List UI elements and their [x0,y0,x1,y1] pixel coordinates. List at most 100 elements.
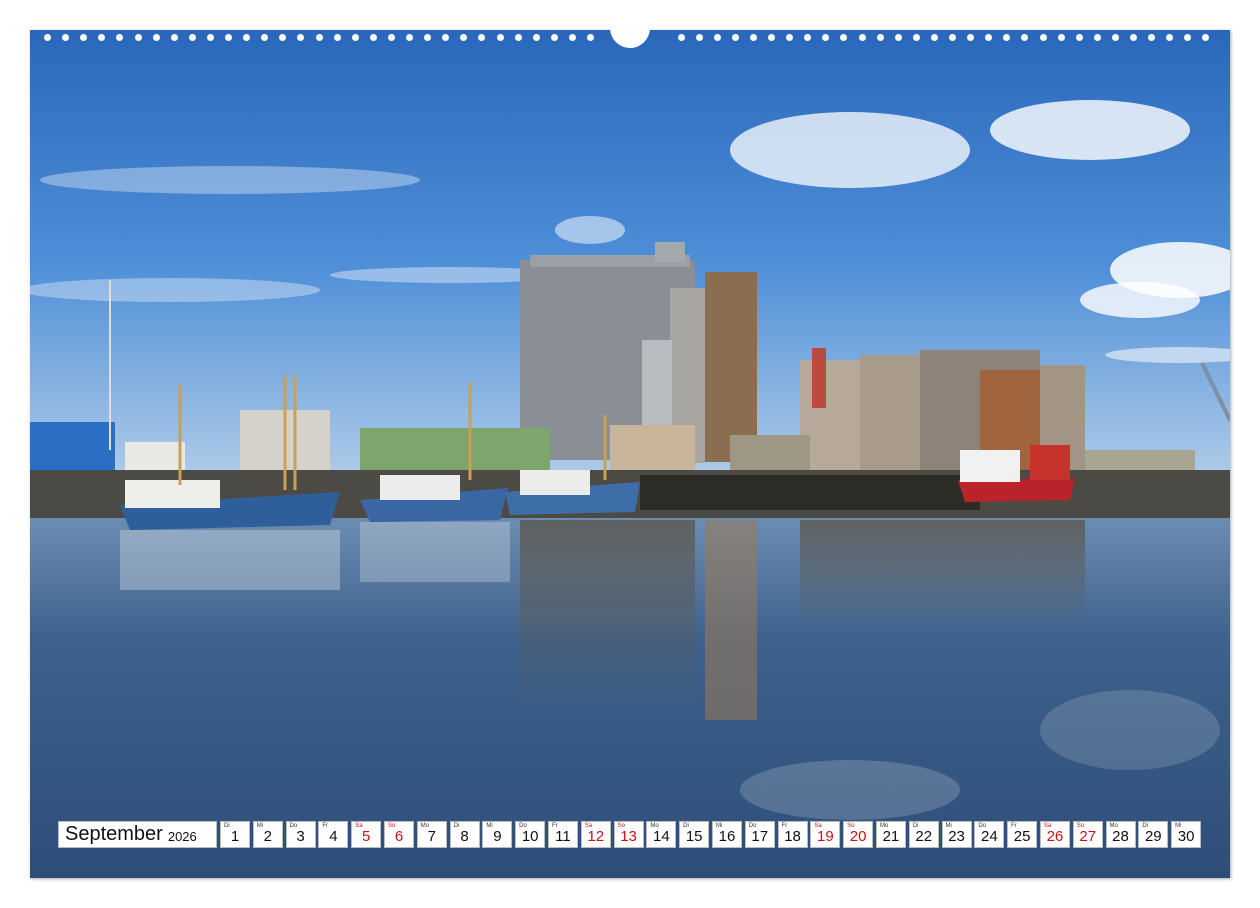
day-number: 7 [427,828,436,845]
binding-hole [315,34,323,41]
binding-hole [116,34,124,41]
day-cell: Di 8 [449,821,480,848]
month-label: September 2026 [58,821,217,848]
day-number: 25 [1013,828,1031,845]
day-number: 2 [263,828,272,845]
harbor-scene [30,30,1230,878]
calendar-strip: September 2026 Di 1 Mi 2 Do 3 Fr 4 Sa 5 So 6 Mo 7 Di 8 M… [58,821,1204,850]
binding-hole [1130,34,1137,41]
day-cell: Mo 28 [1105,821,1136,848]
binding-hole [188,34,196,41]
day-number: 26 [1046,828,1064,845]
day-number: 4 [329,828,338,845]
binding-hole [1057,34,1065,41]
binding-hole [840,34,848,41]
binding-hole [279,34,287,41]
binding-hole [1166,34,1174,41]
day-cell: Sa 19 [810,821,841,848]
binding-hole [387,34,395,41]
binding-hole [1148,34,1156,41]
binding-hole [442,34,450,41]
day-number: 1 [230,828,240,845]
day-number: 30 [1177,828,1195,845]
day-number: 6 [394,828,404,845]
day-cell: Do 17 [744,821,775,848]
day-number: 10 [521,828,539,845]
binding-hole [460,34,468,41]
binding-hole [1184,34,1192,41]
binding-hole [858,34,866,41]
day-number: 19 [817,828,834,845]
day-number: 28 [1112,828,1129,845]
year: 2026 [167,829,197,844]
binding-hole [424,34,432,41]
calendar-photo [30,30,1230,878]
binding-hole [1039,34,1047,41]
binding-hole [406,34,413,41]
month-name: September [65,823,163,845]
binding-hole [1111,34,1119,41]
binding-hole [568,34,576,41]
day-number: 9 [493,828,502,845]
day-cell: Mi 2 [252,821,283,848]
day-cell: Mo 7 [416,821,447,848]
day-number: 3 [296,828,305,845]
binding-hole [170,34,178,41]
binding-hole [912,34,920,41]
binding-hole [985,34,993,41]
binding-hole [768,34,775,41]
day-cell: Di 15 [679,821,710,848]
binding-hole [786,34,794,41]
day-number: 13 [620,828,637,845]
day-cell: Mi 16 [711,821,742,848]
day-cell: So 13 [613,821,644,848]
day-number: 29 [1144,828,1162,845]
day-number: 20 [849,828,867,845]
day-cell: Do 3 [285,821,316,848]
binding-hole [1075,34,1083,41]
binding-hole [62,34,70,41]
binding-hole [532,34,540,41]
day-cell: Di 29 [1138,821,1169,848]
binding-hole [731,34,739,41]
binding-hole [152,34,160,41]
pier [640,475,980,510]
day-number: 18 [784,828,801,845]
day-cell: Mi 30 [1171,821,1202,848]
binding-hole [225,34,232,41]
binding-hole [749,34,757,41]
binding-hole [695,34,703,41]
day-cell: Di 1 [220,821,250,848]
day-cell: Mi 23 [941,821,972,848]
day-cell: So 20 [843,821,874,848]
day-cell: Sa 5 [351,821,382,848]
binding-hole [243,34,251,41]
binding-hole [333,34,341,41]
binding-hole [1093,34,1101,41]
binding-hole [369,34,377,41]
day-number: 21 [882,828,900,845]
binding-hole [949,34,956,41]
day-cell: Sa 12 [580,821,611,848]
day-number: 24 [980,828,998,845]
day-number: 23 [948,828,965,845]
binding-hole [967,34,975,41]
day-cell: So 6 [383,821,414,848]
day-cell: Mo 14 [646,821,677,848]
binding-hole [804,34,812,41]
day-cell: Sa 26 [1039,821,1070,848]
binding-hole [514,34,522,41]
day-cell: Do 10 [515,821,546,848]
day-number: 12 [587,828,605,845]
binding-hole [261,34,269,41]
day-number: 5 [362,828,371,845]
day-cell: Fr 4 [318,821,349,848]
binding-hole [98,34,106,41]
binding-hole [587,34,594,41]
day-cell: Mo 21 [875,821,906,848]
day-number: 14 [653,828,670,845]
day-cell: Mi 9 [482,821,513,848]
binding-hole [550,34,558,41]
binding-hole [822,34,830,41]
binding-hole [351,34,359,41]
